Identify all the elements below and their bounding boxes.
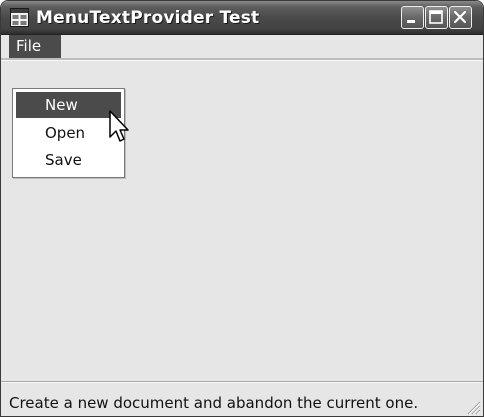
window-title: MenuTextProvider Test (36, 8, 260, 28)
close-button[interactable] (449, 6, 472, 29)
title-bar[interactable]: MenuTextProvider Test (1, 1, 483, 35)
menu-item-new[interactable]: New (16, 92, 121, 118)
minimize-icon (407, 20, 415, 23)
mouse-pointer-icon (109, 110, 129, 142)
menu-file[interactable]: File (9, 35, 61, 58)
app-window: MenuTextProvider Test File Create a new … (0, 0, 484, 417)
size-grip-icon[interactable] (465, 399, 481, 415)
status-text: Create a new document and abandon the cu… (9, 394, 419, 412)
menu-bar: File (1, 35, 483, 58)
menu-item-open[interactable]: Open (16, 120, 121, 146)
close-icon (453, 10, 467, 24)
status-bar: Create a new document and abandon the cu… (1, 381, 483, 416)
minimize-button[interactable] (401, 6, 424, 29)
maximize-button[interactable] (425, 6, 448, 29)
menu-item-save[interactable]: Save (16, 147, 121, 173)
maximize-icon (429, 10, 443, 24)
window-app-icon[interactable] (10, 8, 29, 27)
